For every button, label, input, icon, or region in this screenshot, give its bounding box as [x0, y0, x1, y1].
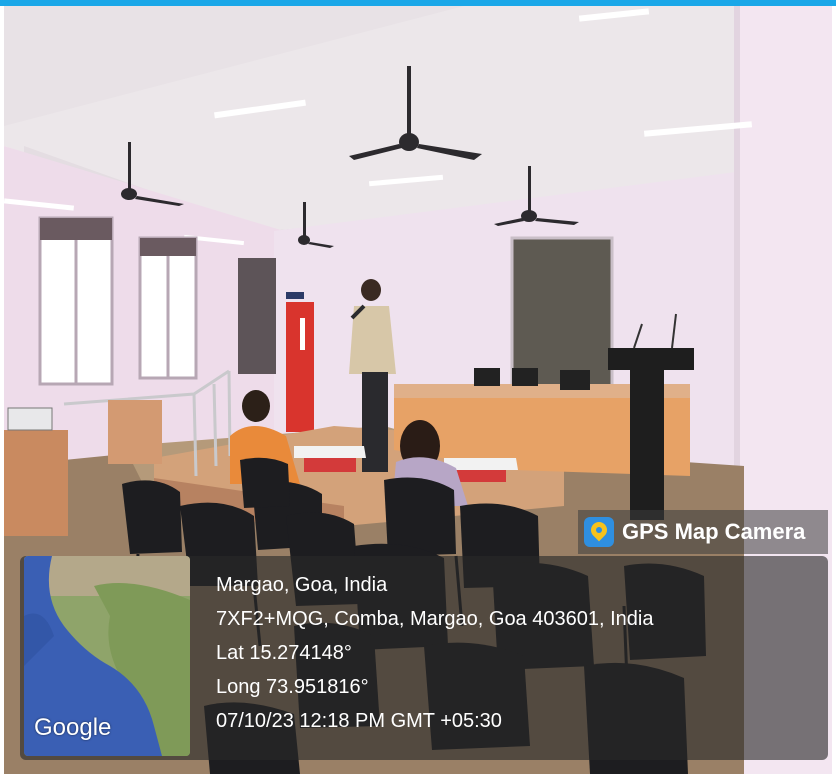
- geotag-text: Margao, Goa, India 7XF2+MQG, Comba, Marg…: [216, 568, 653, 738]
- location-title: Margao, Goa, India: [216, 574, 388, 596]
- app-name-label: GPS Map Camera: [622, 519, 806, 544]
- address-line: 7XF2+MQG, Comba, Margao, Goa 403601, Ind…: [216, 608, 654, 630]
- gps-map-camera-badge: GPS Map Camera: [578, 510, 828, 554]
- longitude-line: Long 73.951816°: [216, 676, 369, 698]
- photo-frame: Google GPS Map Camera Margao, Goa, India…: [0, 0, 836, 774]
- map-thumbnail: Google: [24, 556, 190, 756]
- timestamp-line: 07/10/23 12:18 PM GMT +05:30: [216, 710, 502, 732]
- latitude-line: Lat 15.274148°: [216, 642, 352, 664]
- google-logo-text: Google: [34, 714, 112, 741]
- gps-map-camera-icon: [584, 517, 614, 547]
